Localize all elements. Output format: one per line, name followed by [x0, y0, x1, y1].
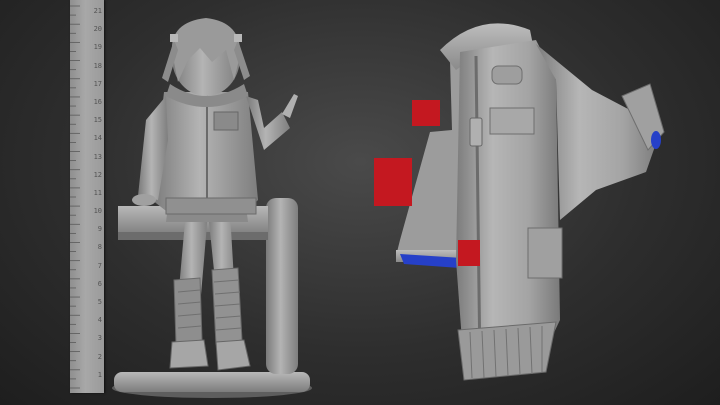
- ruler-number: 19: [93, 43, 102, 52]
- cuff-blue-opening: [651, 131, 661, 149]
- chest-patch: [491, 65, 523, 85]
- jacket-body: [456, 40, 560, 368]
- ruler-number: 21: [93, 7, 102, 15]
- sculpted-figure: [112, 18, 312, 398]
- hair-tie-left: [170, 34, 178, 42]
- ruler-number: 12: [93, 170, 102, 179]
- zipper-pull: [469, 117, 483, 147]
- ruler-number: 10: [93, 207, 102, 216]
- left-shoe: [169, 339, 209, 369]
- red-peg-middle: [374, 158, 412, 206]
- zbrush-viewport: 21 20 19 18 17 16 15 14 13 12 11 10 9 8 7 6 5 4 3 2 1: [0, 0, 720, 405]
- hoodie-body: [152, 92, 258, 214]
- red-peg-upper: [412, 100, 440, 126]
- side-pocket: [527, 227, 563, 279]
- chest-pocket: [213, 111, 239, 131]
- measurement-ruler: 21 20 19 18 17 16 15 14 13 12 11 10 9 8 7 6 5 4 3 2 1: [70, 0, 104, 393]
- waving-hand: [282, 94, 298, 118]
- left-leg-warmer: [173, 277, 203, 345]
- hoodie-hem: [165, 197, 257, 215]
- hair-tie-right: [234, 34, 242, 42]
- ruler-number: 20: [93, 25, 102, 34]
- ruler-number: 1: [97, 370, 102, 379]
- ruler-number: 2: [97, 352, 102, 361]
- jacket-part: [374, 23, 665, 381]
- red-peg-lower: [458, 240, 480, 266]
- ruler-number: 14: [93, 134, 102, 143]
- ruler-number: 7: [97, 261, 102, 270]
- figure-base: [114, 372, 310, 392]
- ruler-number: 3: [97, 334, 102, 343]
- chest-pocket: [489, 107, 535, 135]
- ruler-number: 9: [97, 225, 102, 234]
- ruler-number: 8: [97, 243, 102, 252]
- ruler-number: 4: [97, 316, 102, 325]
- left-hand: [132, 194, 156, 206]
- ruler-number: 15: [93, 116, 102, 125]
- support-pole: [266, 198, 298, 374]
- ruler-number: 6: [97, 279, 102, 288]
- ruler-number: 16: [93, 97, 102, 106]
- ruler-number: 5: [97, 298, 102, 307]
- ruler-number: 11: [93, 188, 102, 197]
- right-shoe: [215, 339, 251, 371]
- ruler-number: 18: [93, 61, 102, 70]
- ruler-number: 17: [93, 79, 102, 88]
- ruler-number: 13: [93, 152, 102, 161]
